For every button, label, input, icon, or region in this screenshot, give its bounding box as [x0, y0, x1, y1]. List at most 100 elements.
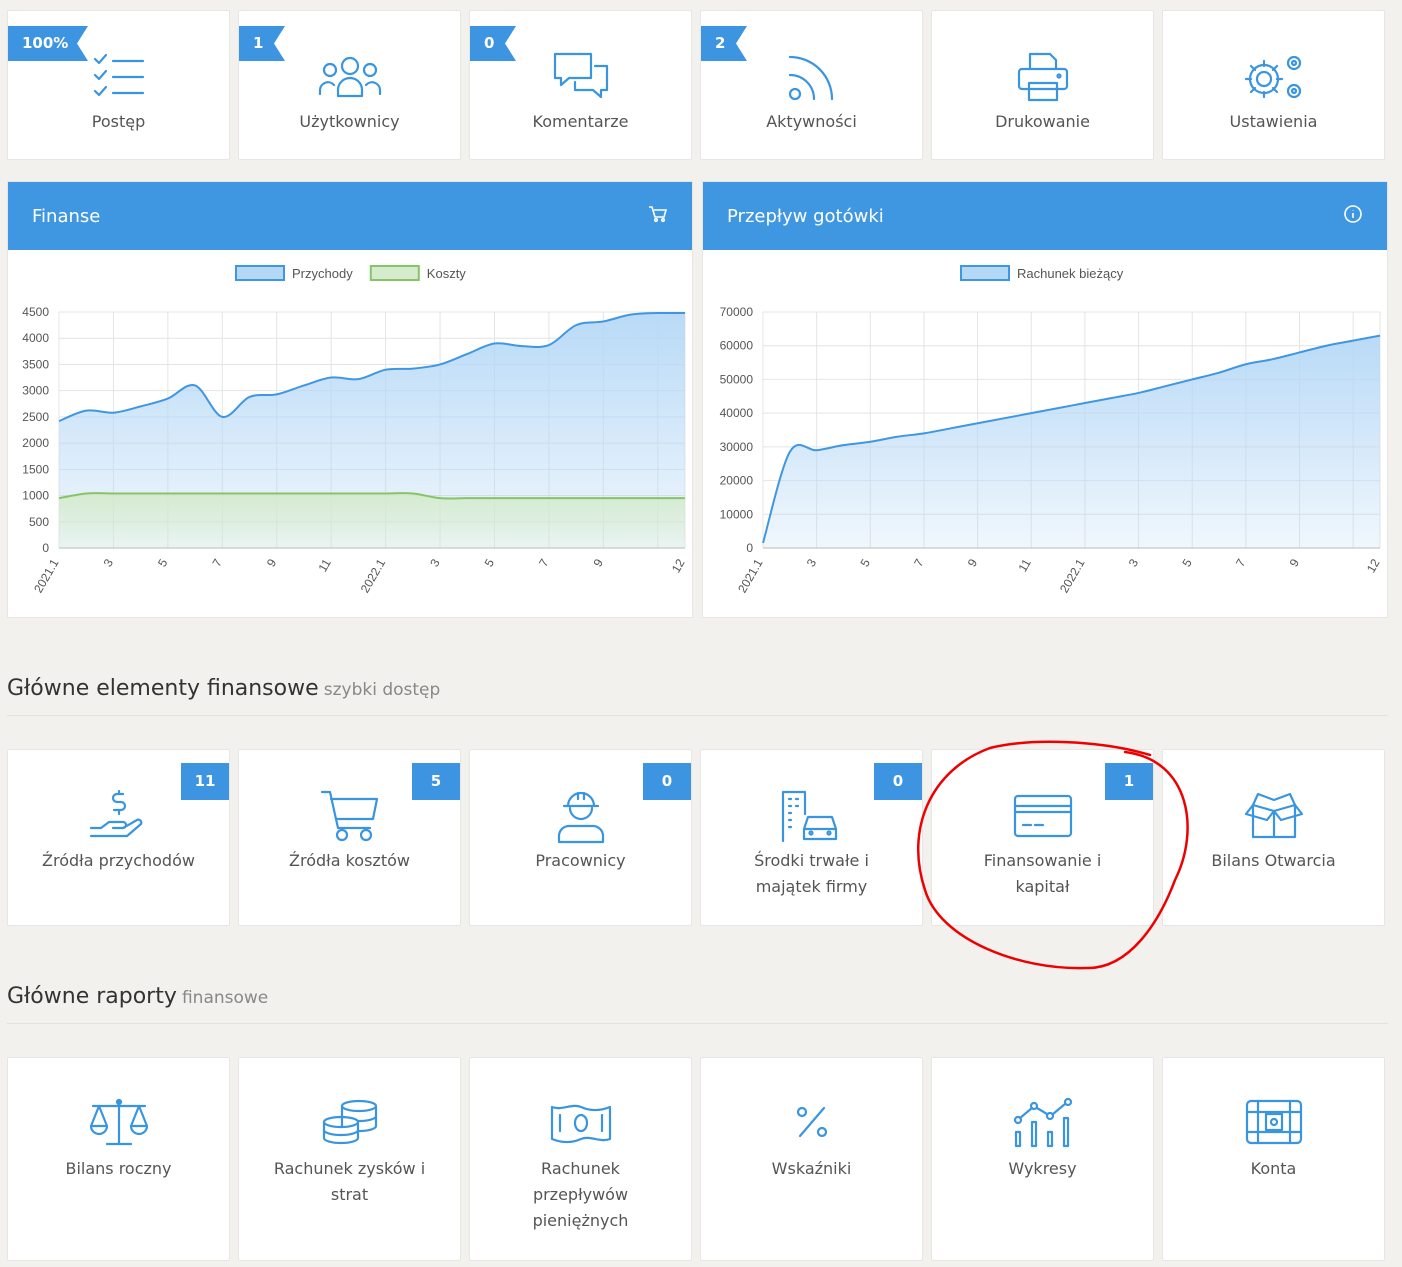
x-tick-label: 3: [804, 556, 820, 569]
top-tiles: 100% Postęp 1 Użytkownicy 0 Komentarze 2…: [7, 10, 1388, 160]
banknote-icon: [549, 1092, 613, 1152]
x-tick-label: 3: [1126, 556, 1142, 569]
quick-tiles: 11 Źródła przychodów 5 Źródła kosztów 0 …: [7, 749, 1388, 926]
finance-panel-header: Finanse: [8, 182, 692, 250]
section-reports: Główne raporty finansowe: [7, 984, 1388, 1024]
x-tick-label: 7: [536, 556, 552, 569]
cart-icon[interactable]: [648, 205, 668, 228]
tile-label: Postęp: [91, 112, 146, 131]
tile-settings[interactable]: Ustawienia: [1162, 10, 1385, 160]
legend-label: Koszty: [427, 266, 467, 281]
comments-icon: [552, 47, 610, 107]
y-tick-label: 2500: [22, 410, 49, 424]
tile-opening-balance[interactable]: Bilans Otwarcia: [1162, 749, 1385, 926]
tile-label: Rachunek zysków i strat: [273, 1159, 426, 1204]
safe-icon: [1244, 1092, 1304, 1152]
tile-label: Użytkownicy: [299, 112, 400, 131]
credit-card-icon: [1013, 786, 1073, 846]
printer-icon: [1016, 47, 1070, 107]
cashflow-panel-header: Przepływ gotówki: [703, 182, 1387, 250]
section-title: Główne raporty: [7, 984, 177, 1009]
building-car-icon: [780, 786, 844, 846]
y-tick-label: 40000: [720, 406, 754, 420]
x-tick-label: 5: [482, 556, 498, 569]
tile-indicators[interactable]: Wskaźniki: [700, 1057, 923, 1261]
x-tick-label: 2021.1: [735, 556, 766, 595]
tile-fixed-assets[interactable]: 0 Środki trwałe i majątek firmy: [700, 749, 923, 926]
shopping-cart-icon: [320, 786, 380, 846]
y-tick-label: 10000: [720, 507, 754, 521]
x-tick-label: 5: [155, 556, 171, 569]
tile-progress[interactable]: 100% Postęp: [7, 10, 230, 160]
tile-label: Bilans Otwarcia: [1211, 851, 1336, 870]
count-badge: 11: [181, 763, 229, 800]
percent-icon: [792, 1092, 832, 1152]
chart-icon: [1012, 1092, 1074, 1152]
tile-comments[interactable]: 0 Komentarze: [469, 10, 692, 160]
rss-icon: [787, 47, 837, 107]
x-tick-label: 3: [101, 556, 117, 569]
info-icon[interactable]: [1343, 204, 1363, 229]
tile-accounts[interactable]: Konta: [1162, 1057, 1385, 1261]
x-tick-label: 12: [669, 556, 688, 575]
x-tick-label: 12: [1364, 556, 1383, 575]
comments-ribbon: 0: [470, 26, 516, 61]
cashflow-chart: 0 10000 20000 30000 40000 50000 60000 70000 2021…: [720, 265, 1383, 595]
tile-employees[interactable]: 0 Pracownicy: [469, 749, 692, 926]
series-area: [59, 493, 685, 548]
legend-swatch: [235, 265, 285, 281]
y-tick-label: 4500: [22, 305, 49, 319]
tile-label: Ustawienia: [1229, 112, 1318, 131]
x-tick-label: 5: [857, 556, 873, 569]
tile-charts[interactable]: Wykresy: [931, 1057, 1154, 1261]
tile-label: Wskaźniki: [771, 1159, 852, 1178]
y-tick-label: 70000: [720, 305, 754, 319]
tile-label: Źródła przychodów: [42, 851, 195, 870]
y-tick-label: 2000: [22, 436, 49, 450]
tile-cash-flow-statement[interactable]: Rachunek przepływów pieniężnych: [469, 1057, 692, 1261]
x-tick-label: 9: [264, 556, 280, 569]
legend-swatch: [960, 265, 1010, 281]
y-tick-label: 50000: [720, 372, 754, 386]
y-tick-label: 0: [746, 541, 753, 555]
x-tick-label: 2022.1: [1057, 556, 1088, 595]
tile-financing-capital[interactable]: 1 Finansowanie i kapitał: [931, 749, 1154, 926]
tile-label: Komentarze: [532, 112, 629, 131]
tile-users[interactable]: 1 Użytkownicy: [238, 10, 461, 160]
x-tick-label: 9: [965, 556, 981, 569]
x-tick-label: 7: [209, 556, 225, 569]
y-tick-label: 3500: [22, 357, 49, 371]
dollar-hand-icon: [89, 786, 149, 846]
tile-label: Bilans roczny: [65, 1159, 172, 1178]
y-tick-label: 4000: [22, 331, 49, 345]
y-tick-label: 1000: [22, 489, 49, 503]
gears-icon: [1242, 47, 1306, 107]
tile-cost-sources[interactable]: 5 Źródła kosztów: [238, 749, 461, 926]
x-tick-label: 11: [315, 556, 334, 574]
tile-label: Konta: [1250, 1159, 1297, 1178]
activities-ribbon: 2: [701, 26, 747, 61]
tile-profit-loss[interactable]: Rachunek zysków i strat: [238, 1057, 461, 1261]
tile-label: Środki trwałe i majątek firmy: [754, 851, 869, 896]
x-tick-label: 9: [590, 556, 606, 569]
count-badge: 5: [412, 763, 460, 800]
series-area: [763, 335, 1380, 548]
x-tick-label: 7: [1233, 556, 1249, 569]
users-icon: [318, 47, 382, 107]
tile-printing[interactable]: Drukowanie: [931, 10, 1154, 160]
tile-activities[interactable]: 2 Aktywności: [700, 10, 923, 160]
count-badge: 0: [643, 763, 691, 800]
tile-label: Rachunek przepływów pieniężnych: [532, 1159, 629, 1230]
progress-ribbon: 100%: [8, 26, 88, 61]
tile-label: Finansowanie i kapitał: [983, 851, 1102, 896]
finance-panel-title: Finanse: [32, 205, 101, 227]
tile-revenue-sources[interactable]: 11 Źródła przychodów: [7, 749, 230, 926]
y-tick-label: 20000: [720, 474, 754, 488]
cashflow-panel: Przepływ gotówki 0 10000 20000 30000 40000 50…: [702, 181, 1388, 618]
finance-chart: 0 500 1000 1500 2000 2500 3000 3500 4000 4500 2021…: [22, 265, 688, 595]
x-tick-label: 9: [1287, 556, 1303, 569]
tile-annual-balance[interactable]: Bilans roczny: [7, 1057, 230, 1261]
legend-label: Rachunek bieżący: [1017, 266, 1124, 281]
count-badge: 1: [1105, 763, 1153, 800]
y-tick-label: 30000: [720, 440, 754, 454]
